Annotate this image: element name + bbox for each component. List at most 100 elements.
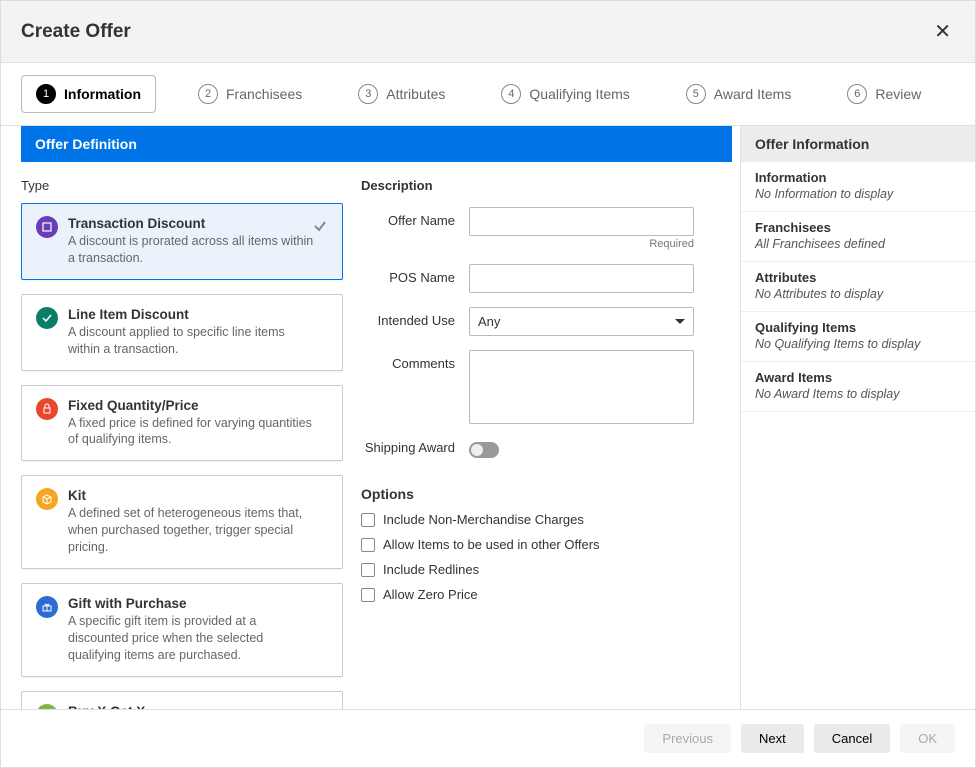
sidebar-section-title: Attributes (755, 270, 961, 285)
step-label: Attributes (386, 86, 445, 102)
close-button[interactable]: ✕ (930, 15, 955, 48)
sidebar-section-title: Franchisees (755, 220, 961, 235)
type-card-gift-with-purchase[interactable]: Gift with Purchase A specific gift item … (21, 583, 343, 677)
step-award-items[interactable]: 5 Award Items (672, 76, 806, 112)
step-number: 1 (36, 84, 56, 104)
step-label: Award Items (714, 86, 792, 102)
option-label: Include Redlines (383, 562, 479, 577)
sidebar-section-qualifying-items: Qualifying Items No Qualifying Items to … (741, 312, 975, 362)
offer-definition-banner: Offer Definition (21, 126, 732, 162)
step-information[interactable]: 1 Information (21, 75, 156, 113)
type-card-desc: A specific gift item is provided at a di… (68, 613, 318, 664)
step-number: 6 (847, 84, 867, 104)
type-card-desc: A discount is prorated across all items … (68, 233, 318, 267)
intended-use-value: Any (478, 314, 500, 329)
type-card-desc: A fixed price is defined for varying qua… (68, 415, 318, 449)
sidebar-section-franchisees: Franchisees All Franchisees defined (741, 212, 975, 262)
create-offer-modal: Create Offer ✕ 1 Information 2 Franchise… (0, 0, 976, 768)
description-column: Description Offer Name Required POS Name (351, 172, 740, 709)
pos-name-input[interactable] (469, 264, 694, 293)
sidebar-section-title: Qualifying Items (755, 320, 961, 335)
option-label: Allow Items to be used in other Offers (383, 537, 600, 552)
sidebar-heading: Offer Information (741, 126, 975, 162)
sidebar-section-award-items: Award Items No Award Items to display (741, 362, 975, 412)
step-franchisees[interactable]: 2 Franchisees (184, 76, 316, 112)
step-label: Franchisees (226, 86, 302, 102)
type-card-title: Transaction Discount (68, 216, 318, 231)
required-text: Required (469, 238, 694, 250)
modal-footer: Previous Next Cancel OK (1, 709, 975, 767)
check-icon (36, 307, 58, 329)
sidebar-section-title: Award Items (755, 370, 961, 385)
close-icon: ✕ (934, 21, 951, 43)
step-number: 2 (198, 84, 218, 104)
tag-icon (36, 216, 58, 238)
offer-name-input[interactable] (469, 207, 694, 236)
cancel-button[interactable]: Cancel (814, 724, 890, 753)
sidebar-section-attributes: Attributes No Attributes to display (741, 262, 975, 312)
step-number: 4 (501, 84, 521, 104)
lock-icon (36, 398, 58, 420)
type-card-title: Buy X Get X (68, 704, 292, 710)
swap-icon (36, 704, 58, 710)
type-column: Type Transaction Discount A discount is … (1, 172, 351, 709)
type-card-kit[interactable]: Kit A defined set of heterogeneous items… (21, 475, 343, 569)
sidebar-section-title: Information (755, 170, 961, 185)
comments-input[interactable] (469, 350, 694, 424)
sidebar-section-information: Information No Information to display (741, 162, 975, 212)
step-attributes[interactable]: 3 Attributes (344, 76, 459, 112)
step-number: 3 (358, 84, 378, 104)
type-card-title: Fixed Quantity/Price (68, 398, 318, 413)
type-card-buy-x-get-x[interactable]: Buy X Get X The purchase of defined item… (21, 691, 343, 710)
checkbox-icon (361, 563, 375, 577)
modal-body: Offer Definition Type Transaction Discou… (1, 126, 975, 709)
gift-icon (36, 596, 58, 618)
type-card-title: Line Item Discount (68, 307, 318, 322)
type-card-fixed-quantity-price[interactable]: Fixed Quantity/Price A fixed price is de… (21, 385, 343, 462)
shipping-award-toggle[interactable] (469, 442, 499, 458)
step-qualifying-items[interactable]: 4 Qualifying Items (487, 76, 643, 112)
checkbox-icon (361, 588, 375, 602)
description-heading: Description (361, 178, 720, 193)
option-label: Include Non-Merchandise Charges (383, 512, 584, 527)
content-scroll[interactable]: Offer Definition Type Transaction Discou… (1, 126, 740, 709)
type-card-transaction-discount[interactable]: Transaction Discount A discount is prora… (21, 203, 343, 280)
sidebar-section-value: No Award Items to display (755, 387, 961, 401)
type-card-desc: A defined set of heterogeneous items tha… (68, 505, 318, 556)
sidebar-section-value: No Qualifying Items to display (755, 337, 961, 351)
options-list: Include Non-Merchandise Charges Allow It… (361, 512, 720, 602)
pos-name-label: POS Name (361, 264, 455, 285)
type-card-line-item-discount[interactable]: Line Item Discount A discount applied to… (21, 294, 343, 371)
type-card-desc: A discount applied to specific line item… (68, 324, 318, 358)
option-include-redlines[interactable]: Include Redlines (361, 562, 720, 577)
offer-information-sidebar: Offer Information Information No Informa… (740, 126, 975, 709)
option-label: Allow Zero Price (383, 587, 478, 602)
intended-use-label: Intended Use (361, 307, 455, 328)
type-card-title: Kit (68, 488, 318, 503)
sidebar-section-value: No Attributes to display (755, 287, 961, 301)
intended-use-row: Intended Use Any (361, 307, 720, 336)
pos-name-row: POS Name (361, 264, 720, 293)
checkbox-icon (361, 513, 375, 527)
options-heading: Options (361, 486, 720, 502)
sidebar-section-value: All Franchisees defined (755, 237, 961, 251)
step-label: Information (64, 86, 141, 102)
type-card-title: Gift with Purchase (68, 596, 318, 611)
option-allow-zero-price[interactable]: Allow Zero Price (361, 587, 720, 602)
previous-button[interactable]: Previous (644, 724, 731, 753)
sidebar-section-value: No Information to display (755, 187, 961, 201)
intended-use-select[interactable]: Any (469, 307, 694, 336)
option-allow-items-other-offers[interactable]: Allow Items to be used in other Offers (361, 537, 720, 552)
ok-button[interactable]: OK (900, 724, 955, 753)
check-icon (312, 218, 328, 237)
modal-header: Create Offer ✕ (1, 1, 975, 63)
step-number: 5 (686, 84, 706, 104)
offer-name-row: Offer Name Required (361, 207, 720, 250)
checkbox-icon (361, 538, 375, 552)
step-review[interactable]: 6 Review (833, 76, 935, 112)
option-include-non-merchandise-charges[interactable]: Include Non-Merchandise Charges (361, 512, 720, 527)
chevron-down-icon (675, 319, 685, 324)
step-label: Qualifying Items (529, 86, 629, 102)
shipping-award-label: Shipping Award (361, 438, 455, 455)
next-button[interactable]: Next (741, 724, 804, 753)
